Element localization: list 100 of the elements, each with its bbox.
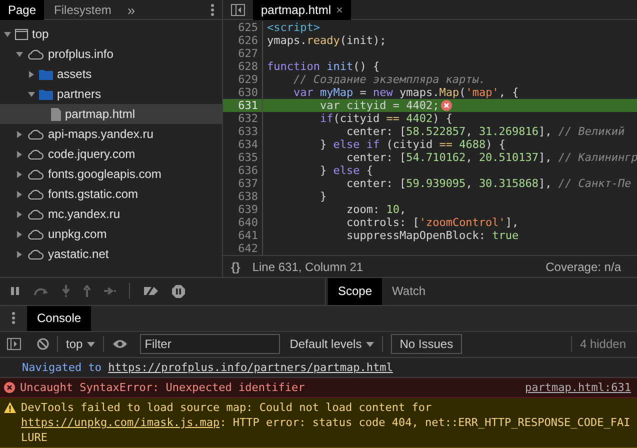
clear-console-icon[interactable] [37,338,49,350]
line-number: 637 [223,177,263,190]
code-line: var cityid = 4402; [318,99,440,112]
expanded-arrow-icon[interactable] [16,50,23,58]
collapsed-arrow-icon[interactable] [16,190,23,198]
message-text: DevTools failed to load source map: Could not load content for https://unpkg.com/imask.js.map: HTTP error: status code 404, net::ERR_HTTP_RESPONSE_CODE_FAILURE [21,400,631,445]
navigator-tab[interactable]: Page [0,0,44,20]
tree-item[interactable]: unpkg.com [0,224,222,244]
file-tab-label: partmap.html [261,2,332,18]
link[interactable]: https://unpkg.com/imask.js.map [21,416,220,429]
collapsed-arrow-icon[interactable] [28,70,35,78]
tree-item-label: code.jquery.com [48,146,136,163]
collapsed-arrow-icon[interactable] [16,250,23,258]
context-dropdown[interactable]: top [66,335,95,354]
collapsed-arrow-icon[interactable] [16,230,23,238]
more-tabs-button[interactable]: » [121,2,142,16]
tree-item[interactable]: partners [0,84,222,104]
collapsed-arrow-icon[interactable] [16,130,23,138]
code-line: center: [54.710162, 20.510137], // Калинингр [345,151,637,164]
tree-item[interactable]: partmap.html [0,104,222,124]
tree-item-label: partners [57,86,102,103]
tree-item[interactable]: top [0,24,222,44]
line-number: 640 [223,216,263,229]
pause-icon[interactable] [10,286,20,296]
tree-item-label: top [32,26,49,43]
folder-icon [39,88,53,100]
expanded-arrow-icon[interactable] [28,90,35,98]
code-line: } [318,190,327,203]
code-line: zoom: 10, [345,203,406,216]
line-number: 628 [223,60,263,73]
code-line: var myMap = new ymaps.Map('map', { [292,86,519,99]
warning-icon [4,402,16,413]
step-over-icon[interactable] [33,286,49,296]
tree-item[interactable]: yastatic.net [0,244,222,264]
levels-dropdown[interactable]: Default levels [290,335,374,354]
tree-item-label: mc.yandex.ru [48,206,120,223]
tree-item-label: partmap.html [65,106,136,123]
cloud-icon [27,188,44,200]
code-line: <script> [266,21,320,34]
step-into-icon[interactable] [62,285,70,298]
cursor-position: Line 631, Column 21 [252,258,364,276]
tree-item-label: yastatic.net [48,246,109,263]
navigator-tab[interactable]: Filesystem [44,0,122,20]
source-link[interactable]: partmap.html:631 [525,380,631,395]
code-line: controls: ['zoomControl'], [345,216,519,229]
tree-item[interactable]: api-maps.yandex.ru [0,124,222,144]
tree-item-label: profplus.info [48,46,114,63]
tree-item-label: api-maps.yandex.ru [48,126,154,143]
collapsed-arrow-icon[interactable] [16,170,23,178]
line-number: 638 [223,190,263,203]
sidebar-tab[interactable]: Watch [382,278,436,305]
tree-item[interactable]: fonts.gstatic.com [0,184,222,204]
collapsed-arrow-icon[interactable] [16,150,23,158]
message-text: Navigated to https://profplus.info/partners/partmap.html [22,360,394,375]
link[interactable]: https://profplus.info/partners/partmap.html [108,361,393,374]
line-number: 631 [223,99,263,112]
tree-item[interactable]: assets [0,64,222,84]
tree-item-label: fonts.googleapis.com [48,166,162,183]
line-number: 633 [223,125,263,138]
tree-item[interactable]: fonts.googleapis.com [0,164,222,184]
line-number: 639 [223,203,263,216]
issues-button[interactable]: No Issues [390,334,462,354]
expanded-arrow-icon[interactable] [4,30,11,38]
code-line: } else if (cityid == 4688) { [318,138,506,151]
file-tab[interactable]: partmap.html × [253,0,352,20]
code-line: function init() { [266,60,380,73]
cloud-icon [27,48,44,60]
deactivate-breakpoints-icon[interactable] [143,285,159,298]
step-out-icon[interactable] [83,285,91,298]
folder-icon [39,68,53,80]
tree-item[interactable]: mc.yandex.ru [0,204,222,224]
sidebar-toggle-icon[interactable] [7,338,21,350]
cloud-icon [27,208,44,220]
more-options-icon[interactable] [12,312,15,324]
cloud-icon [27,148,44,160]
line-number: 625 [223,21,263,34]
step-icon[interactable] [104,287,116,296]
caret-icon [366,342,374,347]
cloud-icon [27,128,44,140]
pause-on-exceptions-icon[interactable] [172,284,185,298]
sidebar-toggle-icon[interactable] [231,4,245,16]
line-number: 636 [223,164,263,177]
tree-item[interactable]: code.jquery.com [0,144,222,164]
line-number: 629 [223,73,263,86]
cloud-icon [27,228,44,240]
tree-item[interactable]: profplus.info [0,44,222,64]
sidebar-tab[interactable]: Scope [328,278,382,305]
more-options-icon[interactable] [211,4,214,16]
collapsed-arrow-icon[interactable] [16,210,23,218]
code-line: center: [58.522857, 31.269816], // Великий [345,125,625,138]
drawer-tab[interactable]: Console [27,306,92,331]
code-line: center: [59.939095, 30.315868], // Санкт-Пе [345,177,632,190]
pretty-print-button[interactable]: {} [231,258,240,276]
message-text: Uncaught SyntaxError: Unexpected identifier [20,380,306,395]
eye-icon[interactable] [112,339,128,350]
filter-field[interactable]: Filter [140,334,280,354]
close-icon[interactable]: × [336,0,344,18]
line-number: 642 [223,242,263,255]
cloud-icon [27,168,44,180]
code-line: if(cityid == 4402) { [318,112,452,125]
